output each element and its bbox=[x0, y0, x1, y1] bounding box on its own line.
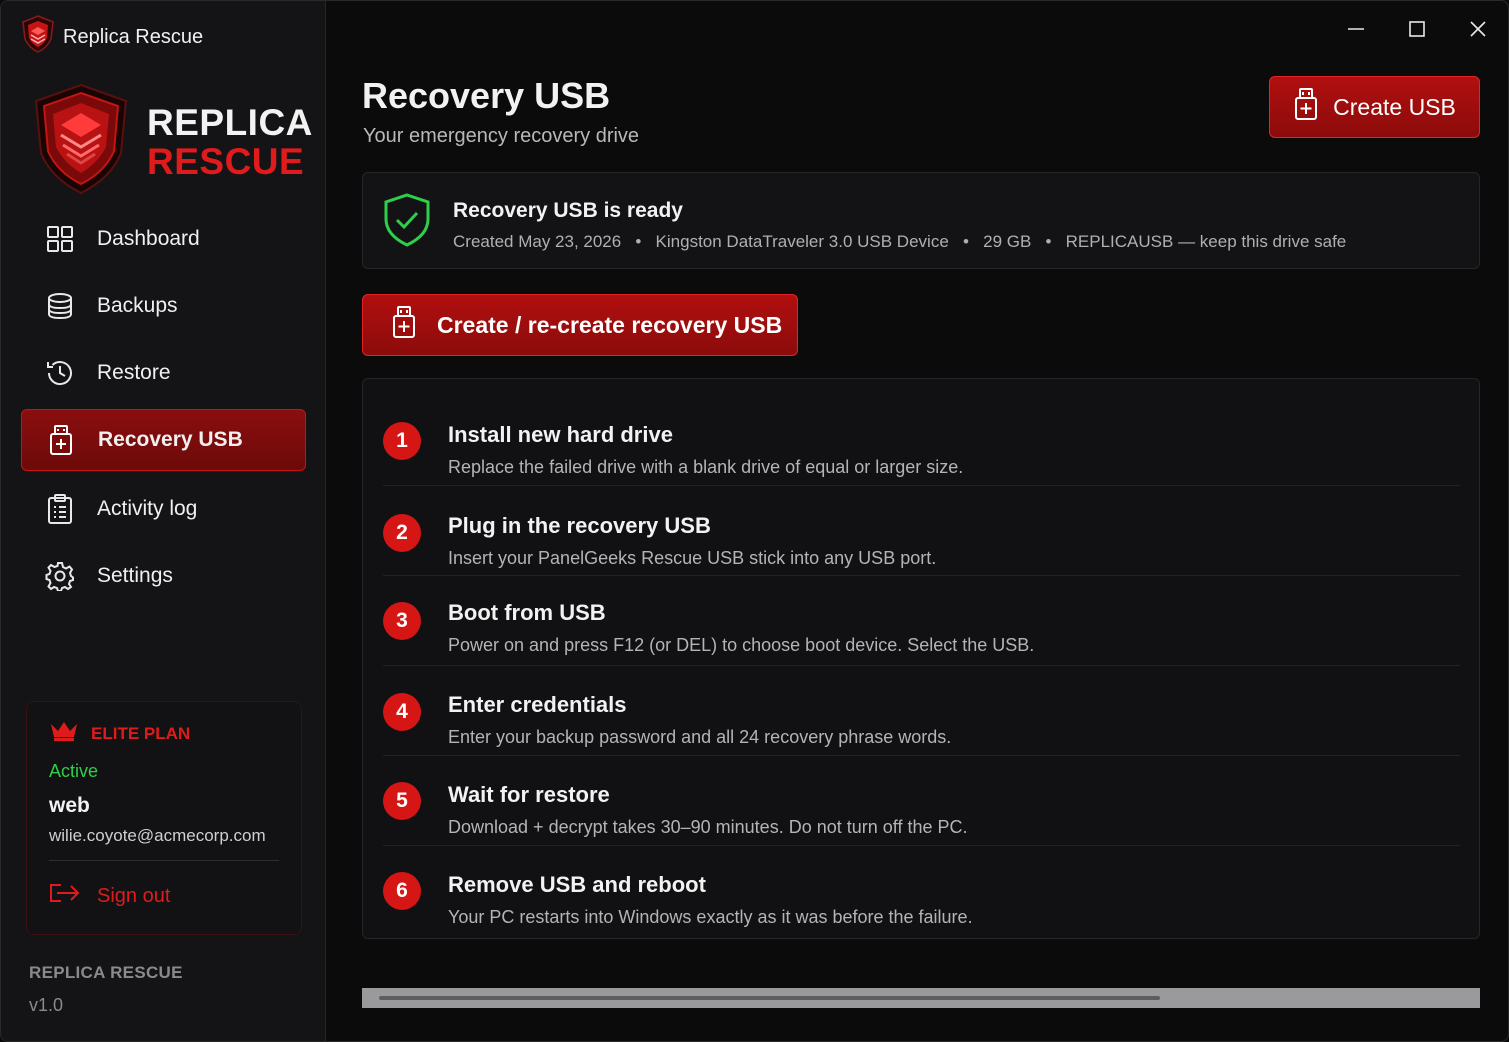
window-title: Replica Rescue bbox=[63, 25, 204, 48]
sidebar-item-dashboard[interactable]: Dashboard bbox=[21, 207, 306, 271]
usb-ready-details: Created May 23, 2026 • Kingston DataTrav… bbox=[453, 232, 1346, 252]
step-number-badge: 5 bbox=[383, 782, 421, 820]
recovery-step: 6 Remove USB and reboot Your PC restarts… bbox=[383, 846, 1460, 936]
shield-check-icon bbox=[383, 193, 431, 252]
step-description: Enter your backup password and all 24 re… bbox=[448, 727, 952, 747]
sidebar-item-label: Settings bbox=[97, 564, 173, 587]
shield-logo-icon bbox=[31, 83, 131, 200]
recovery-steps-card: 1 Install new hard drive Replace the fai… bbox=[362, 378, 1480, 939]
step-description: Power on and press F12 (or DEL) to choos… bbox=[448, 635, 1035, 655]
usb-device-name: Kingston DataTraveler 3.0 USB Device bbox=[655, 232, 949, 251]
sidebar-footer: REPLICA RESCUE v1.0 bbox=[29, 963, 183, 1016]
sign-out-button[interactable]: Sign out bbox=[49, 881, 279, 911]
titlebar-app: Replica Rescue bbox=[21, 15, 204, 59]
sign-out-label: Sign out bbox=[97, 884, 171, 907]
separator-dot: • bbox=[953, 232, 979, 251]
usb-icon bbox=[1293, 87, 1319, 127]
database-icon bbox=[45, 291, 75, 321]
usb-size: 29 GB bbox=[983, 232, 1032, 251]
plan-card: ELITE PLAN Active web wilie.coyote@acmec… bbox=[26, 701, 302, 935]
step-number-badge: 3 bbox=[383, 602, 421, 640]
step-description: Insert your PanelGeeks Rescue USB stick … bbox=[448, 548, 937, 568]
grid-icon bbox=[45, 224, 75, 254]
recovery-step: 2 Plug in the recovery USB Insert your P… bbox=[383, 486, 1460, 576]
minimize-icon bbox=[1347, 20, 1365, 43]
sidebar-item-label: Recovery USB bbox=[98, 428, 243, 451]
sidebar-item-label: Activity log bbox=[97, 497, 198, 520]
step-title: Remove USB and reboot bbox=[448, 872, 706, 897]
separator-dot: • bbox=[1036, 232, 1061, 251]
sidebar-item-label: Restore bbox=[97, 361, 171, 384]
separator-dot: • bbox=[625, 232, 651, 251]
scrollbar-thumb[interactable] bbox=[379, 996, 1160, 1000]
sidebar-item-label: Dashboard bbox=[97, 227, 200, 250]
step-number-badge: 1 bbox=[383, 422, 421, 460]
gear-icon bbox=[45, 561, 75, 591]
sidebar-item-restore[interactable]: Restore bbox=[21, 341, 306, 405]
close-icon bbox=[1469, 20, 1487, 43]
app-logo-small-icon bbox=[21, 15, 55, 59]
recovery-step: 3 Boot from USB Power on and press F12 (… bbox=[383, 576, 1460, 666]
step-title: Plug in the recovery USB bbox=[448, 513, 711, 538]
plan-name: ELITE PLAN bbox=[91, 723, 191, 743]
step-number-badge: 4 bbox=[383, 693, 421, 731]
sidebar: Replica Rescue REPLICA RESCUE Dashboard … bbox=[1, 1, 326, 1041]
minimize-button[interactable] bbox=[1325, 1, 1386, 61]
step-title: Boot from USB bbox=[448, 600, 606, 625]
account-email: wilie.coyote@acmecorp.com bbox=[49, 826, 266, 845]
brand-name-line2: RESCUE bbox=[147, 140, 305, 182]
sign-out-icon bbox=[49, 881, 81, 911]
sidebar-item-label: Backups bbox=[97, 294, 178, 317]
recreate-usb-label: Create / re-create recovery USB bbox=[437, 311, 783, 338]
sidebar-item-activity-log[interactable]: Activity log bbox=[21, 477, 306, 541]
maximize-button[interactable] bbox=[1386, 1, 1447, 61]
sidebar-nav: Dashboard Backups Restore Recovery USB A… bbox=[21, 207, 306, 611]
brand-logo: REPLICA RESCUE bbox=[31, 83, 313, 200]
recovery-step: 4 Enter credentials Enter your backup pa… bbox=[383, 666, 1460, 756]
step-number-badge: 6 bbox=[383, 872, 421, 910]
create-usb-button[interactable]: Create USB bbox=[1269, 76, 1480, 138]
brand-name-line1: REPLICA bbox=[147, 101, 313, 143]
recreate-usb-button[interactable]: Create / re-create recovery USB bbox=[362, 294, 798, 356]
usb-ready-card: Recovery USB is ready Created May 23, 20… bbox=[362, 172, 1480, 269]
usb-icon bbox=[46, 425, 76, 455]
plan-status: Active bbox=[49, 761, 99, 781]
history-icon bbox=[45, 358, 75, 388]
page-subtitle: Your emergency recovery drive bbox=[363, 125, 640, 147]
sidebar-item-settings[interactable]: Settings bbox=[21, 544, 306, 608]
step-title: Enter credentials bbox=[448, 692, 627, 717]
recovery-step: 1 Install new hard drive Replace the fai… bbox=[383, 396, 1460, 486]
page-title: Recovery USB bbox=[362, 75, 611, 116]
recovery-step: 5 Wait for restore Download + decrypt ta… bbox=[383, 756, 1460, 846]
clipboard-icon bbox=[45, 494, 75, 524]
usb-created-date: Created May 23, 2026 bbox=[453, 232, 622, 251]
account-username: web bbox=[49, 794, 90, 817]
usb-icon bbox=[391, 305, 417, 345]
create-usb-label: Create USB bbox=[1333, 93, 1456, 120]
app-window: Replica Rescue REPLICA RESCUE Dashboard … bbox=[0, 0, 1509, 1042]
close-button[interactable] bbox=[1447, 1, 1508, 61]
plan-divider bbox=[49, 860, 279, 861]
step-description: Your PC restarts into Windows exactly as… bbox=[448, 907, 973, 927]
sidebar-item-backups[interactable]: Backups bbox=[21, 274, 306, 338]
usb-label: REPLICAUSB — keep this drive safe bbox=[1065, 232, 1347, 251]
step-number-badge: 2 bbox=[383, 514, 421, 552]
crown-icon bbox=[49, 720, 79, 747]
app-version: v1.0 bbox=[29, 995, 64, 1015]
step-title: Install new hard drive bbox=[448, 422, 673, 447]
step-title: Wait for restore bbox=[448, 782, 610, 807]
sidebar-item-recovery-usb[interactable]: Recovery USB bbox=[21, 409, 306, 471]
horizontal-scrollbar[interactable] bbox=[362, 988, 1480, 1008]
step-description: Replace the failed drive with a blank dr… bbox=[448, 457, 964, 477]
footer-app-name: REPLICA RESCUE bbox=[29, 963, 183, 982]
maximize-icon bbox=[1408, 20, 1426, 43]
step-description: Download + decrypt takes 30–90 minutes. … bbox=[448, 817, 968, 837]
window-controls bbox=[1325, 1, 1508, 61]
usb-ready-title: Recovery USB is ready bbox=[453, 199, 683, 222]
